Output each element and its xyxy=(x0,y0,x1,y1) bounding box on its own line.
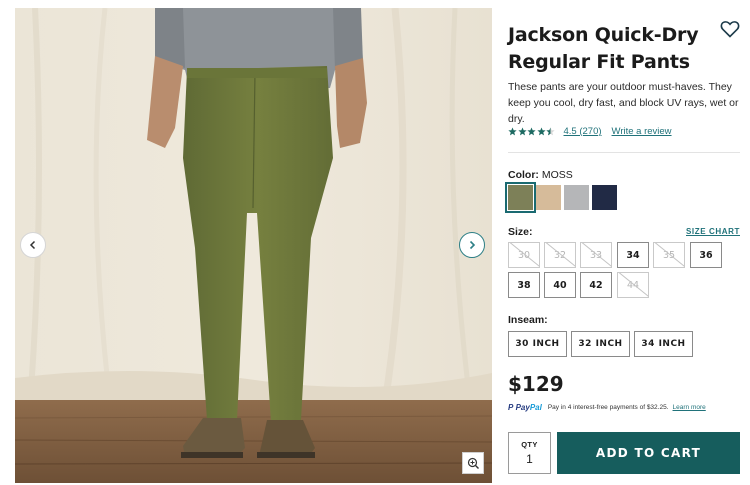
swatch-khaki[interactable] xyxy=(536,185,561,210)
next-image-button[interactable] xyxy=(459,232,485,258)
paypal-text: Pay in 4 interest-free payments of $32.2… xyxy=(547,404,669,411)
rating-row: 4.5 (270) Write a review xyxy=(508,126,672,137)
product-photo xyxy=(15,8,492,483)
swatch-gray[interactable] xyxy=(564,185,589,210)
color-label-text: Color: xyxy=(508,169,539,181)
heart-outline-icon xyxy=(720,21,740,38)
star-icon xyxy=(536,127,546,136)
size-option-32[interactable]: 32 xyxy=(544,242,576,268)
paypal-installments: P Pay Pal Pay in 4 interest-free payments… xyxy=(508,403,706,412)
inseam-option-32[interactable]: 32 INCH xyxy=(571,331,630,357)
color-swatches xyxy=(505,182,620,213)
paypal-logo-p: P xyxy=(508,403,514,412)
write-review-link[interactable]: Write a review xyxy=(612,126,672,137)
size-option-33[interactable]: 33 xyxy=(580,242,612,268)
product-title: Jackson Quick-Dry Regular Fit Pants xyxy=(508,22,708,76)
color-selected-value: MOSS xyxy=(541,169,573,181)
rating-stars xyxy=(508,127,556,136)
zoom-in-icon xyxy=(467,457,479,469)
paypal-logo-pay: Pay xyxy=(515,403,530,412)
size-option-38[interactable]: 38 xyxy=(508,272,540,298)
star-icon xyxy=(527,127,536,136)
chevron-left-icon xyxy=(29,240,36,250)
wishlist-button[interactable] xyxy=(720,20,740,38)
add-to-cart-button[interactable]: ADD TO CART xyxy=(557,432,740,474)
size-option-34[interactable]: 34 xyxy=(617,242,649,268)
star-half-icon xyxy=(546,127,555,136)
chevron-right-icon xyxy=(469,240,476,250)
product-title-line1: Jackson Quick-Dry xyxy=(508,24,699,46)
inseam-label: Inseam: xyxy=(508,314,548,326)
size-chart-link[interactable]: SIZE CHART xyxy=(686,227,740,236)
paypal-learn-more-link[interactable]: Learn more xyxy=(673,404,706,411)
product-image-gallery xyxy=(15,8,492,483)
quantity-field[interactable]: QTY 1 xyxy=(508,432,551,474)
quantity-label: QTY xyxy=(521,440,538,449)
swatch-moss[interactable] xyxy=(505,182,536,213)
rating-count-link[interactable]: 4.5 (270) xyxy=(564,126,602,137)
size-option-36[interactable]: 36 xyxy=(690,242,722,268)
inseam-option-30[interactable]: 30 INCH xyxy=(508,331,567,357)
star-icon xyxy=(508,127,517,136)
inseam-option-34[interactable]: 34 INCH xyxy=(634,331,693,357)
size-label: Size: xyxy=(508,226,533,238)
swatch-navy[interactable] xyxy=(592,185,617,210)
divider xyxy=(508,152,740,153)
size-option-35[interactable]: 35 xyxy=(653,242,685,268)
product-description: These pants are your outdoor must-haves.… xyxy=(508,81,739,125)
size-option-42[interactable]: 42 xyxy=(580,272,612,298)
paypal-logo: P Pay Pal xyxy=(508,403,542,412)
size-option-40[interactable]: 40 xyxy=(544,272,576,298)
product-title-line2: Regular Fit Pants xyxy=(508,51,690,73)
product-price: $129 xyxy=(508,372,564,396)
size-option-30[interactable]: 30 xyxy=(508,242,540,268)
paypal-logo-pal: Pal xyxy=(529,403,542,412)
size-option-44[interactable]: 44 xyxy=(617,272,649,298)
color-label: Color: MOSS xyxy=(508,169,573,181)
previous-image-button[interactable] xyxy=(20,232,46,258)
zoom-button[interactable] xyxy=(462,452,484,474)
star-icon xyxy=(517,127,527,136)
quantity-value[interactable]: 1 xyxy=(526,452,533,466)
